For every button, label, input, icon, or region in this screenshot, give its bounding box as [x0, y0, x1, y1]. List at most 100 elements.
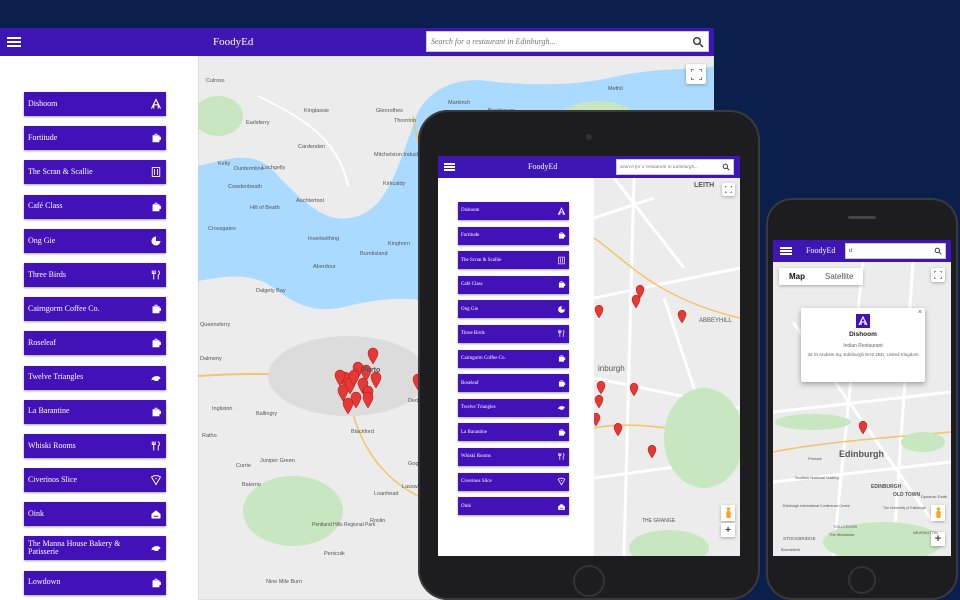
desktop-place-label: Burntisland — [360, 251, 388, 257]
restaurant-item-twelve-triangles[interactable]: Twelve Triangles — [24, 365, 166, 390]
tablet-map[interactable]: + LEITH ABBEYHILL inburgh THE GRANGE — [594, 178, 740, 556]
phone-place-label: Edinburgh International Conference Centr… — [783, 504, 850, 508]
phone-place-label: OLD TOWN — [893, 492, 921, 498]
restaurant-name: The Manna House Bakery & Patisserie — [28, 539, 121, 557]
menu-icon[interactable] — [7, 37, 21, 47]
phone-map-canvas[interactable] — [773, 262, 951, 556]
tablet-street-view-button[interactable] — [721, 505, 735, 521]
restaurant-item-oink[interactable]: Oink — [24, 502, 166, 527]
phone-search-input[interactable] — [849, 248, 934, 254]
restaurant-name: Fortitude — [28, 132, 58, 142]
tablet-restaurant-name: Oink — [461, 503, 471, 509]
brand-title: FoodyEd — [213, 36, 254, 48]
tablet-restaurant-name: Dishoom — [461, 208, 480, 214]
tablet-restaurant-name: Ong Gie — [461, 306, 479, 312]
tablet-restaurant-item-dishoom[interactable]: Dishoom — [458, 202, 569, 220]
coffee-pot-icon — [557, 280, 566, 289]
phone-menu-icon[interactable] — [780, 247, 792, 255]
tablet-home-button[interactable] — [573, 565, 605, 597]
restaurant-item-lowdown[interactable]: Lowdown — [24, 570, 166, 595]
desktop-place-label: Methil — [608, 86, 623, 92]
tablet-zoom-in-button[interactable]: + — [721, 523, 735, 537]
fullscreen-button[interactable] — [686, 64, 706, 84]
phone-street-view-button[interactable] — [931, 505, 945, 521]
phone-search-box[interactable] — [845, 243, 946, 259]
tablet-menu-icon[interactable] — [444, 163, 455, 171]
phone-home-button[interactable] — [848, 566, 876, 594]
tablet-restaurant-name: Cairngorm Coffee Co. — [461, 355, 506, 361]
tablet-brand-title: FoodyEd — [528, 162, 558, 171]
restaurant-item-three-birds[interactable]: Three Birds — [24, 262, 166, 287]
tab-satellite[interactable]: Satellite — [815, 268, 863, 285]
desktop-place-label: Cowdenbeath — [228, 184, 262, 190]
phone-speaker — [848, 216, 876, 219]
fork-knife-icon — [150, 440, 162, 452]
tablet-restaurant-item-caf-class[interactable]: Café Class — [458, 275, 569, 294]
tablet-search-input[interactable] — [620, 164, 722, 170]
tablet-restaurant-name: Twelve Triangles — [461, 405, 496, 411]
restaurant-item-the-manna-house-bakery-patisserie[interactable]: The Manna House Bakery & Patisserie — [24, 536, 166, 561]
tablet-restaurant-item-whiski-rooms[interactable]: Whiski Rooms — [458, 447, 569, 466]
phone-fullscreen-button[interactable] — [931, 268, 945, 282]
fork-knife-menu-icon — [557, 256, 566, 265]
phone-search-icon[interactable] — [934, 247, 942, 255]
tablet-place-label: THE GRANGE — [642, 518, 676, 524]
restaurant-item-dishoom[interactable]: Dishoom — [24, 92, 166, 116]
desktop-place-label: Balerno — [242, 482, 261, 488]
restaurant-name: Oink — [28, 509, 44, 519]
tablet-fullscreen-button[interactable] — [722, 183, 735, 196]
tablet-restaurant-item-fortitude[interactable]: Fortitude — [458, 226, 569, 245]
info-close-icon[interactable]: × — [918, 309, 922, 316]
tablet-restaurant-item-civerinos-slice[interactable]: Civerinos Slice — [458, 472, 569, 491]
tablet-restaurant-item-la-barantine[interactable]: La Barantine — [458, 423, 569, 442]
restaurant-item-ong-gie[interactable]: Ong Gie — [24, 228, 166, 253]
indian-cuisine-icon — [856, 314, 870, 328]
pizza-slice-icon — [150, 474, 162, 486]
phone-place-label: EDINBURGH — [871, 484, 902, 490]
tablet-search-icon[interactable] — [722, 163, 730, 171]
desktop-place-label: Dunfermline — [234, 166, 264, 172]
restaurant-item-roseleaf[interactable]: Roseleaf — [24, 331, 166, 356]
fork-knife-menu-icon — [150, 166, 162, 178]
restaurant-item-caf-class[interactable]: Café Class — [24, 194, 166, 219]
desktop-place-label: Thornton — [394, 118, 417, 124]
desktop-place-label: Aberdour — [313, 264, 336, 270]
coffee-pot-icon — [150, 577, 162, 589]
phone-brand-title: FoodyEd — [806, 246, 836, 255]
tablet-restaurant-item-the-scran-scallie[interactable]: The Scran & Scallie — [458, 251, 569, 270]
phone-pegman-icon — [935, 507, 941, 518]
desktop-place-label: Auchtertool — [296, 198, 324, 204]
restaurant-name: Whiski Rooms — [28, 440, 76, 450]
tablet-restaurant-item-three-birds[interactable]: Three Birds — [458, 324, 569, 343]
phone-place-label: Bruntsfield — [781, 547, 800, 552]
desktop-place-label: Penicuik — [324, 551, 345, 557]
tablet-screen: FoodyEd Dishoom Fortitude The Scran & Scal… — [438, 156, 740, 556]
restaurant-item-civerinos-slice[interactable]: Civerinos Slice — [24, 468, 166, 493]
desktop-place-label: Kinghorn — [388, 241, 411, 247]
search-input[interactable] — [431, 37, 692, 46]
tablet-camera — [586, 134, 592, 140]
tablet-restaurant-name: Café Class — [461, 282, 483, 288]
restaurant-item-la-barantine[interactable]: La Barantine — [24, 399, 166, 424]
tablet-restaurant-item-cairngorm-coffee-co[interactable]: Cairngorm Coffee Co. — [458, 349, 569, 368]
tablet-device: FoodyEd Dishoom Fortitude The Scran & Scal… — [418, 110, 760, 600]
fork-knife-icon — [557, 452, 566, 461]
restaurant-item-the-scran-scallie[interactable]: The Scran & Scallie — [24, 160, 166, 185]
tablet-restaurant-item-ong-gie[interactable]: Ong Gie — [458, 300, 569, 319]
search-box[interactable] — [426, 31, 709, 52]
desktop-place-label: Nine Mile Burn — [266, 579, 303, 585]
phone-map[interactable]: Map Satellite × Dishoom Indian Restauran… — [773, 262, 951, 556]
search-icon[interactable] — [692, 36, 704, 48]
tab-map[interactable]: Map — [779, 268, 815, 285]
tablet-restaurant-item-oink[interactable]: Oink — [458, 497, 569, 516]
phone-app-bar: FoodyEd — [773, 240, 951, 262]
tablet-search-box[interactable] — [616, 159, 734, 175]
tablet-restaurant-item-roseleaf[interactable]: Roseleaf — [458, 374, 569, 393]
coffee-pot-icon — [557, 379, 566, 388]
restaurant-item-fortitude[interactable]: Fortitude — [24, 126, 166, 151]
restaurant-item-whiski-rooms[interactable]: Whiski Rooms — [24, 433, 166, 458]
restaurant-item-cairngorm-coffee-co[interactable]: Cairngorm Coffee Co. — [24, 297, 166, 322]
tablet-restaurant-item-twelve-triangles[interactable]: Twelve Triangles — [458, 398, 569, 417]
phone-place-label: The University of Edinburgh — [883, 506, 927, 510]
phone-device: FoodyEd Map Satellite — [766, 198, 958, 600]
